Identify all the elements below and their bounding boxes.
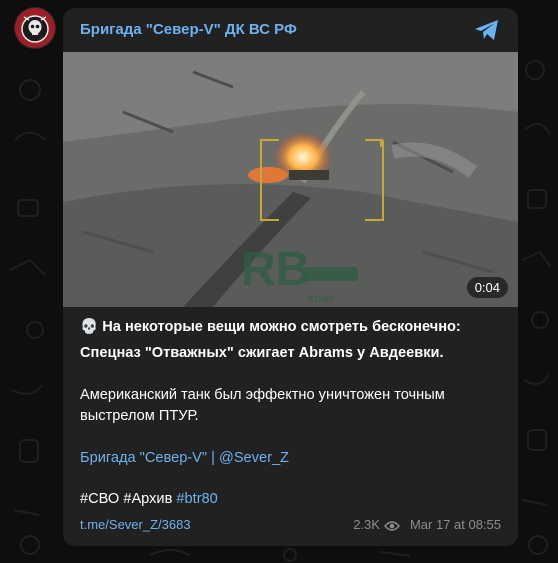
video-duration: 0:04 <box>466 277 508 298</box>
post-headline: 💀 На некоторые вещи можно смотреть беско… <box>80 317 461 338</box>
skull-emoji: 💀 <box>80 319 99 335</box>
video-watermark: RB <box>241 243 310 296</box>
video-watermark-sub: BTR80 <box>308 295 333 304</box>
post-signature: Бригада "Север-V" | @Sever_Z <box>80 448 289 469</box>
post-stats: 2.3K Mar 17 at 08:55 <box>353 517 501 532</box>
post-date: Mar 17 at 08:55 <box>409 517 501 532</box>
headline-line-2: Спецназ "Отважных" сжигает Abrams у Авде… <box>80 345 444 361</box>
headline-line-1: На некоторые вещи можно смотреть бесконе… <box>102 319 461 335</box>
post-link[interactable]: t.me/Sever_Z/3683 <box>80 517 191 532</box>
hashtag-archive[interactable]: #Архив <box>123 491 172 507</box>
body-line-2: выстрелом ПТУР. <box>80 408 199 424</box>
message-card: Бригада "Север-V" ДК ВС РФ RB BTR80 0:04… <box>63 8 518 546</box>
signature-handle-link[interactable]: @Sever_Z <box>219 450 289 466</box>
hashtag-svo[interactable]: #СВО <box>80 491 119 507</box>
body-line-1: Американский танк был эффектно уничтожен… <box>80 387 445 403</box>
hashtags: #СВО #Архив #btr80 <box>80 489 218 510</box>
channel-avatar[interactable] <box>15 8 55 48</box>
signature-separator: | <box>207 450 219 466</box>
hashtag-btr80[interactable]: #btr80 <box>176 491 217 507</box>
skull-emblem-icon <box>15 8 55 48</box>
telegram-icon[interactable] <box>474 19 500 41</box>
view-count: 2.3K <box>353 517 380 532</box>
video-player[interactable]: RB BTR80 0:04 <box>63 52 518 307</box>
video-frame: RB BTR80 <box>63 52 518 307</box>
signature-channel-link[interactable]: Бригада "Север-V" <box>80 450 207 466</box>
channel-name[interactable]: Бригада "Север-V" ДК ВС РФ <box>80 21 297 38</box>
eye-icon <box>384 521 400 531</box>
message-header: Бригада "Север-V" ДК ВС РФ <box>63 8 518 52</box>
